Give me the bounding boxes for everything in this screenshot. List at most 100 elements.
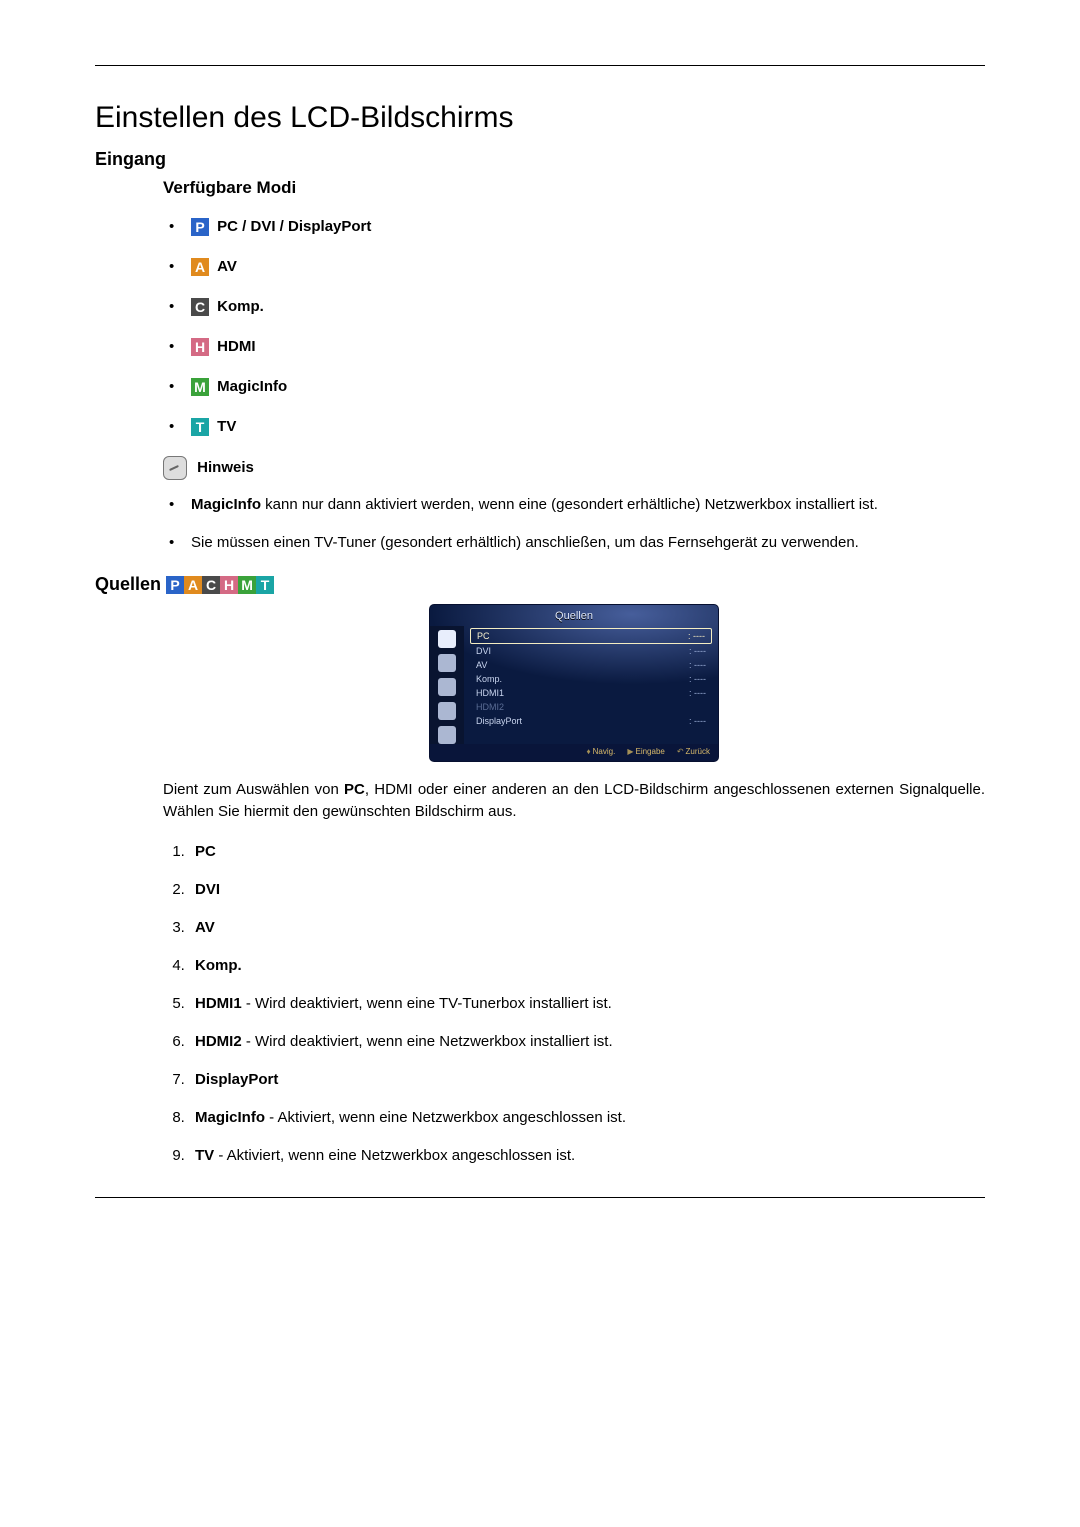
mode-item: M MagicInfo xyxy=(163,376,985,398)
hinweis-1-rest: kann nur dann aktiviert werden, wenn ein… xyxy=(261,496,878,513)
hinweis-item-2: Sie müssen einen TV-Tuner (gesondert erh… xyxy=(163,532,985,554)
section-quellen: Quellen PACHMT xyxy=(95,574,985,595)
osd-list: PC: ----DVI: ----AV: ----Komp.: ----HDMI… xyxy=(464,626,718,744)
osd-row-name: DVI xyxy=(476,646,491,656)
osd-body: PC: ----DVI: ----AV: ----Komp.: ----HDMI… xyxy=(430,626,718,744)
mode-badge-icon: A xyxy=(191,258,209,276)
mode-item: T TV xyxy=(163,416,985,438)
mode-badge-icon: H xyxy=(191,338,209,356)
num-strong: DisplayPort xyxy=(195,1071,278,1088)
hinweis-1-strong: MagicInfo xyxy=(191,496,261,513)
osd-row-val: : ---- xyxy=(689,688,706,698)
para-pc: PC xyxy=(344,781,365,798)
osd-row-name: AV xyxy=(476,660,487,670)
hinweis-label: Hinweis xyxy=(197,459,254,476)
mode-label: HDMI xyxy=(217,338,255,355)
osd-row: DVI: ---- xyxy=(470,644,712,658)
osd-side-icon xyxy=(438,702,456,720)
osd-row-name: HDMI2 xyxy=(476,702,504,712)
mode-item: C Komp. xyxy=(163,296,985,318)
num-item: Komp. xyxy=(189,955,985,977)
osd-row-val: : ---- xyxy=(689,674,706,684)
num-strong: Komp. xyxy=(195,957,242,974)
osd-title: Quellen xyxy=(430,605,718,626)
num-strong: AV xyxy=(195,919,215,936)
osd-row-val: : ---- xyxy=(689,660,706,670)
badge-p-icon: P xyxy=(166,576,184,594)
num-item: HDMI1 - Wird deaktiviert, wenn eine TV-T… xyxy=(189,993,985,1015)
num-strong: HDMI1 xyxy=(195,995,242,1012)
eingang-block: Verfügbare Modi P PC / DVI / DisplayPort… xyxy=(163,178,985,554)
num-item: PC xyxy=(189,841,985,863)
numbered-list: PC DVI AV Komp. HDMI1 - Wird deaktiviert, we… xyxy=(163,841,985,1167)
hinweis-heading: Hinweis xyxy=(163,456,985,480)
num-item: MagicInfo - Aktiviert, wenn eine Netzwer… xyxy=(189,1107,985,1129)
page: Einstellen des LCD-Bildschirms Eingang V… xyxy=(0,0,1080,1238)
mode-item: P PC / DVI / DisplayPort xyxy=(163,216,985,238)
hinweis-list: MagicInfo kann nur dann aktiviert werden… xyxy=(163,494,985,554)
osd-row: AV : ---- xyxy=(470,658,712,672)
osd-row-name: HDMI1 xyxy=(476,688,504,698)
osd-row: HDMI1 : ---- xyxy=(470,686,712,700)
num-rest: - Aktiviert, wenn eine Netzwerkbox anges… xyxy=(214,1147,575,1164)
note-icon xyxy=(163,456,187,480)
sub-modi: Verfügbare Modi xyxy=(163,178,985,198)
num-strong: DVI xyxy=(195,881,220,898)
osd-row-name: Komp. xyxy=(476,674,502,684)
mode-label: PC / DVI / DisplayPort xyxy=(217,218,371,235)
top-rule xyxy=(95,65,985,66)
quellen-paragraph: Dient zum Auswählen von PC, HDMI oder ei… xyxy=(163,779,985,823)
quellen-label: Quellen xyxy=(95,574,161,594)
quellen-block: Quellen PC: ----DVI: ----AV: ----Komp.: … xyxy=(163,605,985,1167)
mode-item: A AV xyxy=(163,256,985,278)
mode-label: MagicInfo xyxy=(217,378,287,395)
num-strong: MagicInfo xyxy=(195,1109,265,1126)
osd-foot-back: ↶Zurück xyxy=(677,747,710,756)
osd-row-val: : ---- xyxy=(689,716,706,726)
osd-row-name: PC xyxy=(477,631,490,641)
num-strong: HDMI2 xyxy=(195,1033,242,1050)
page-title: Einstellen des LCD-Bildschirms xyxy=(95,101,985,135)
num-item: DisplayPort xyxy=(189,1069,985,1091)
osd-row: HDMI2 xyxy=(470,700,712,714)
mode-label: TV xyxy=(217,418,236,435)
osd-side-icon xyxy=(438,654,456,672)
num-rest: - Aktiviert, wenn eine Netzwerkbox anges… xyxy=(265,1109,626,1126)
mode-list: P PC / DVI / DisplayPort A AV C Komp. H HDM… xyxy=(163,216,985,438)
badge-h-icon: H xyxy=(220,576,238,594)
osd-row: DisplayPort: ---- xyxy=(470,714,712,728)
mode-badge-icon: T xyxy=(191,418,209,436)
osd-footer: ♦Navig. ▶Eingabe ↶Zurück xyxy=(430,744,718,761)
mode-label: Komp. xyxy=(217,298,264,315)
osd-container: Quellen PC: ----DVI: ----AV: ----Komp.: … xyxy=(163,605,985,761)
mode-label: AV xyxy=(217,258,237,275)
osd-row-val: : ---- xyxy=(688,631,705,641)
osd-side-icon xyxy=(438,678,456,696)
num-rest: - Wird deaktiviert, wenn eine TV-Tunerbo… xyxy=(242,995,612,1012)
num-item: HDMI2 - Wird deaktiviert, wenn eine Netz… xyxy=(189,1031,985,1053)
badge-c-icon: C xyxy=(202,576,220,594)
osd-row: PC : ---- xyxy=(470,628,712,644)
osd-sidebar xyxy=(430,626,464,744)
osd-panel: Quellen PC: ----DVI: ----AV: ----Komp.: … xyxy=(430,605,718,761)
osd-foot-enter: ▶Eingabe xyxy=(627,747,665,756)
badge-t-icon: T xyxy=(256,576,274,594)
mode-badge-icon: C xyxy=(191,298,209,316)
num-rest: - Wird deaktiviert, wenn eine Netzwerkbo… xyxy=(242,1033,613,1050)
num-item: AV xyxy=(189,917,985,939)
mode-badge-icon: M xyxy=(191,378,209,396)
num-item: DVI xyxy=(189,879,985,901)
hinweis-item-1: MagicInfo kann nur dann aktiviert werden… xyxy=(163,494,985,516)
osd-foot-nav: ♦Navig. xyxy=(587,747,616,756)
badge-m-icon: M xyxy=(238,576,256,594)
osd-row: Komp. : ---- xyxy=(470,672,712,686)
osd-side-icon xyxy=(438,726,456,744)
num-strong: PC xyxy=(195,843,216,860)
para-pre: Dient zum Auswählen von xyxy=(163,781,344,798)
mode-item: H HDMI xyxy=(163,336,985,358)
bottom-rule xyxy=(95,1197,985,1198)
section-eingang: Eingang xyxy=(95,149,985,170)
num-item: TV - Aktiviert, wenn eine Netzwerkbox an… xyxy=(189,1145,985,1167)
num-strong: TV xyxy=(195,1147,214,1164)
mode-badge-icon: P xyxy=(191,218,209,236)
